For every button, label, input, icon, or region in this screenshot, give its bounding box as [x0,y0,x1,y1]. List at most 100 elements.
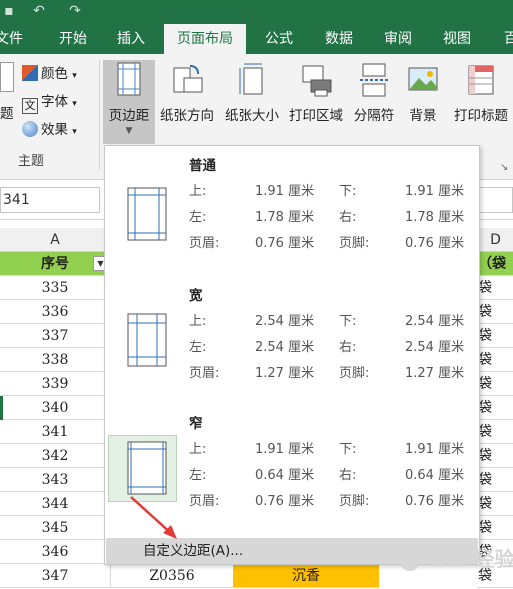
theme-effects-button[interactable]: 效果 ▾ [22,118,77,140]
label-top: 上: [189,184,207,199]
table-cell-a[interactable]: 343 [0,468,110,492]
wide-margins-icon [127,313,167,367]
label-right: 右: [339,340,357,355]
table-cell-a[interactable]: 335 [0,276,110,300]
title-bar: ▪ ↶ ↷ [0,0,513,24]
margin-preset-normal[interactable]: 普通 上: 1.91 厘米 下: 1.91 厘米 左: 1.78 厘米 右: 1… [105,146,479,268]
column-header-a[interactable]: A [0,228,110,252]
dialog-launcher-icon[interactable]: ↘ [500,162,510,173]
label-bottom: 下: [339,314,357,329]
redo-icon[interactable]: ↷ [66,2,84,20]
orientation-button[interactable]: 纸张方向 [157,60,217,144]
margins-button[interactable]: 页边距 ▼ [103,60,155,144]
table-cell-d[interactable]: 袋 [478,300,513,324]
themes-icon[interactable] [0,62,14,92]
value-left: 2.54 厘米 [255,340,315,355]
margin-preset-wide[interactable]: 宽 上: 2.54 厘米 下: 2.54 厘米 左: 2.54 厘米 右: 2.… [105,274,479,396]
label-bottom: 下: [339,184,357,199]
background-button[interactable]: 背景 [402,60,444,144]
name-box[interactable]: 341 [0,187,100,213]
header-cell-a[interactable]: 序号 ▼ [0,252,110,276]
label-left: 左: [189,468,207,483]
table-cell-a[interactable]: 347 [0,564,110,588]
tab-formulas[interactable]: 公式 [258,24,300,54]
print-titles-icon [468,65,494,95]
table-cell-a[interactable]: 337 [0,324,110,348]
tab-home[interactable]: 开始 [52,24,94,54]
group-separator [99,60,100,170]
value-bottom: 2.54 厘米 [405,314,465,329]
table-cell-a[interactable]: 344 [0,492,110,516]
ribbon-tab-bar: 文件 开始 插入 页面布局 公式 数据 审阅 视图 百 [0,24,513,54]
label-footer: 页脚: [339,494,370,509]
undo-icon[interactable]: ↶ [30,2,48,20]
label-header: 页眉: [189,366,220,381]
theme-colors-button[interactable]: 颜色 ▾ [22,62,77,84]
column-header-d[interactable]: D [478,228,513,252]
formula-input[interactable] [478,187,513,213]
header-cell-d[interactable]: （袋 [478,252,513,276]
tab-view[interactable]: 视图 [436,24,478,54]
table-cell-a[interactable]: 345 [0,516,110,540]
orientation-icon [173,65,203,93]
value-header: 0.76 厘米 [255,494,315,509]
label-left: 左: [189,340,207,355]
value-right: 0.64 厘米 [405,468,465,483]
table-cell-d[interactable]: 袋 [478,348,513,372]
tab-insert[interactable]: 插入 [110,24,152,54]
table-cell-a[interactable]: 341 [0,420,110,444]
value-footer: 1.27 厘米 [405,366,465,381]
table-cell-d[interactable]: 袋 [478,420,513,444]
table-cell-d[interactable]: 袋 [478,492,513,516]
table-cell-d[interactable]: 袋 [478,324,513,348]
preset-name: 普通 [189,158,216,174]
value-header: 0.76 厘米 [255,236,315,251]
label-top: 上: [189,314,207,329]
preset-name: 宽 [189,288,203,304]
breaks-button[interactable]: 分隔符 [349,60,399,144]
print-titles-button[interactable]: 打印标题 [449,60,513,144]
tab-review[interactable]: 审阅 [377,24,419,54]
annotation-arrow-icon [130,496,177,539]
table-cell-d[interactable]: 袋 [478,276,513,300]
label-header: 页眉: [189,236,220,251]
value-top: 1.91 厘米 [255,184,315,199]
label-header: 页眉: [189,494,220,509]
table-cell-d[interactable]: 袋 [478,444,513,468]
table-cell-a[interactable]: 338 [0,348,110,372]
table-cell-a[interactable]: 342 [0,444,110,468]
themes-label[interactable]: 题 [0,102,14,122]
size-button[interactable]: 纸张大小 [221,60,283,144]
effects-icon [22,121,38,137]
tab-file[interactable]: 文件 [0,24,24,54]
table-cell-a[interactable]: 339 [0,372,110,396]
table-cell-d[interactable]: 袋 [478,396,513,420]
tab-more[interactable]: 百 [496,24,513,54]
table-cell-a[interactable]: 346 [0,540,110,564]
print-area-icon [302,65,332,97]
table-cell-a[interactable]: 340 [0,396,110,420]
theme-fonts-button[interactable]: 文字体 ▾ [22,90,77,114]
tab-page-layout[interactable]: 页面布局 [164,24,246,54]
page-break-icon [360,63,388,97]
table-cell-d[interactable]: 袋 [478,468,513,492]
normal-margins-icon [127,187,167,241]
value-top: 1.91 厘米 [255,442,315,457]
value-right: 1.78 厘米 [405,210,465,225]
label-bottom: 下: [339,442,357,457]
print-area-button[interactable]: 打印区域 [285,60,347,144]
table-cell-a[interactable]: 336 [0,300,110,324]
value-top: 2.54 厘米 [255,314,315,329]
narrow-margins-icon [127,441,167,495]
save-icon[interactable]: ▪ [0,2,18,20]
paper-size-icon [239,63,263,95]
label-right: 右: [339,210,357,225]
label-right: 右: [339,468,357,483]
tab-data[interactable]: 数据 [318,24,360,54]
selected-row-marker [0,396,3,420]
table-cell-c[interactable]: 沉香 [233,564,379,588]
label-footer: 页脚: [339,366,370,381]
table-cell-b[interactable]: Z0356 [110,564,233,588]
table-cell-d[interactable]: 袋 [478,372,513,396]
value-footer: 0.76 厘米 [405,494,465,509]
